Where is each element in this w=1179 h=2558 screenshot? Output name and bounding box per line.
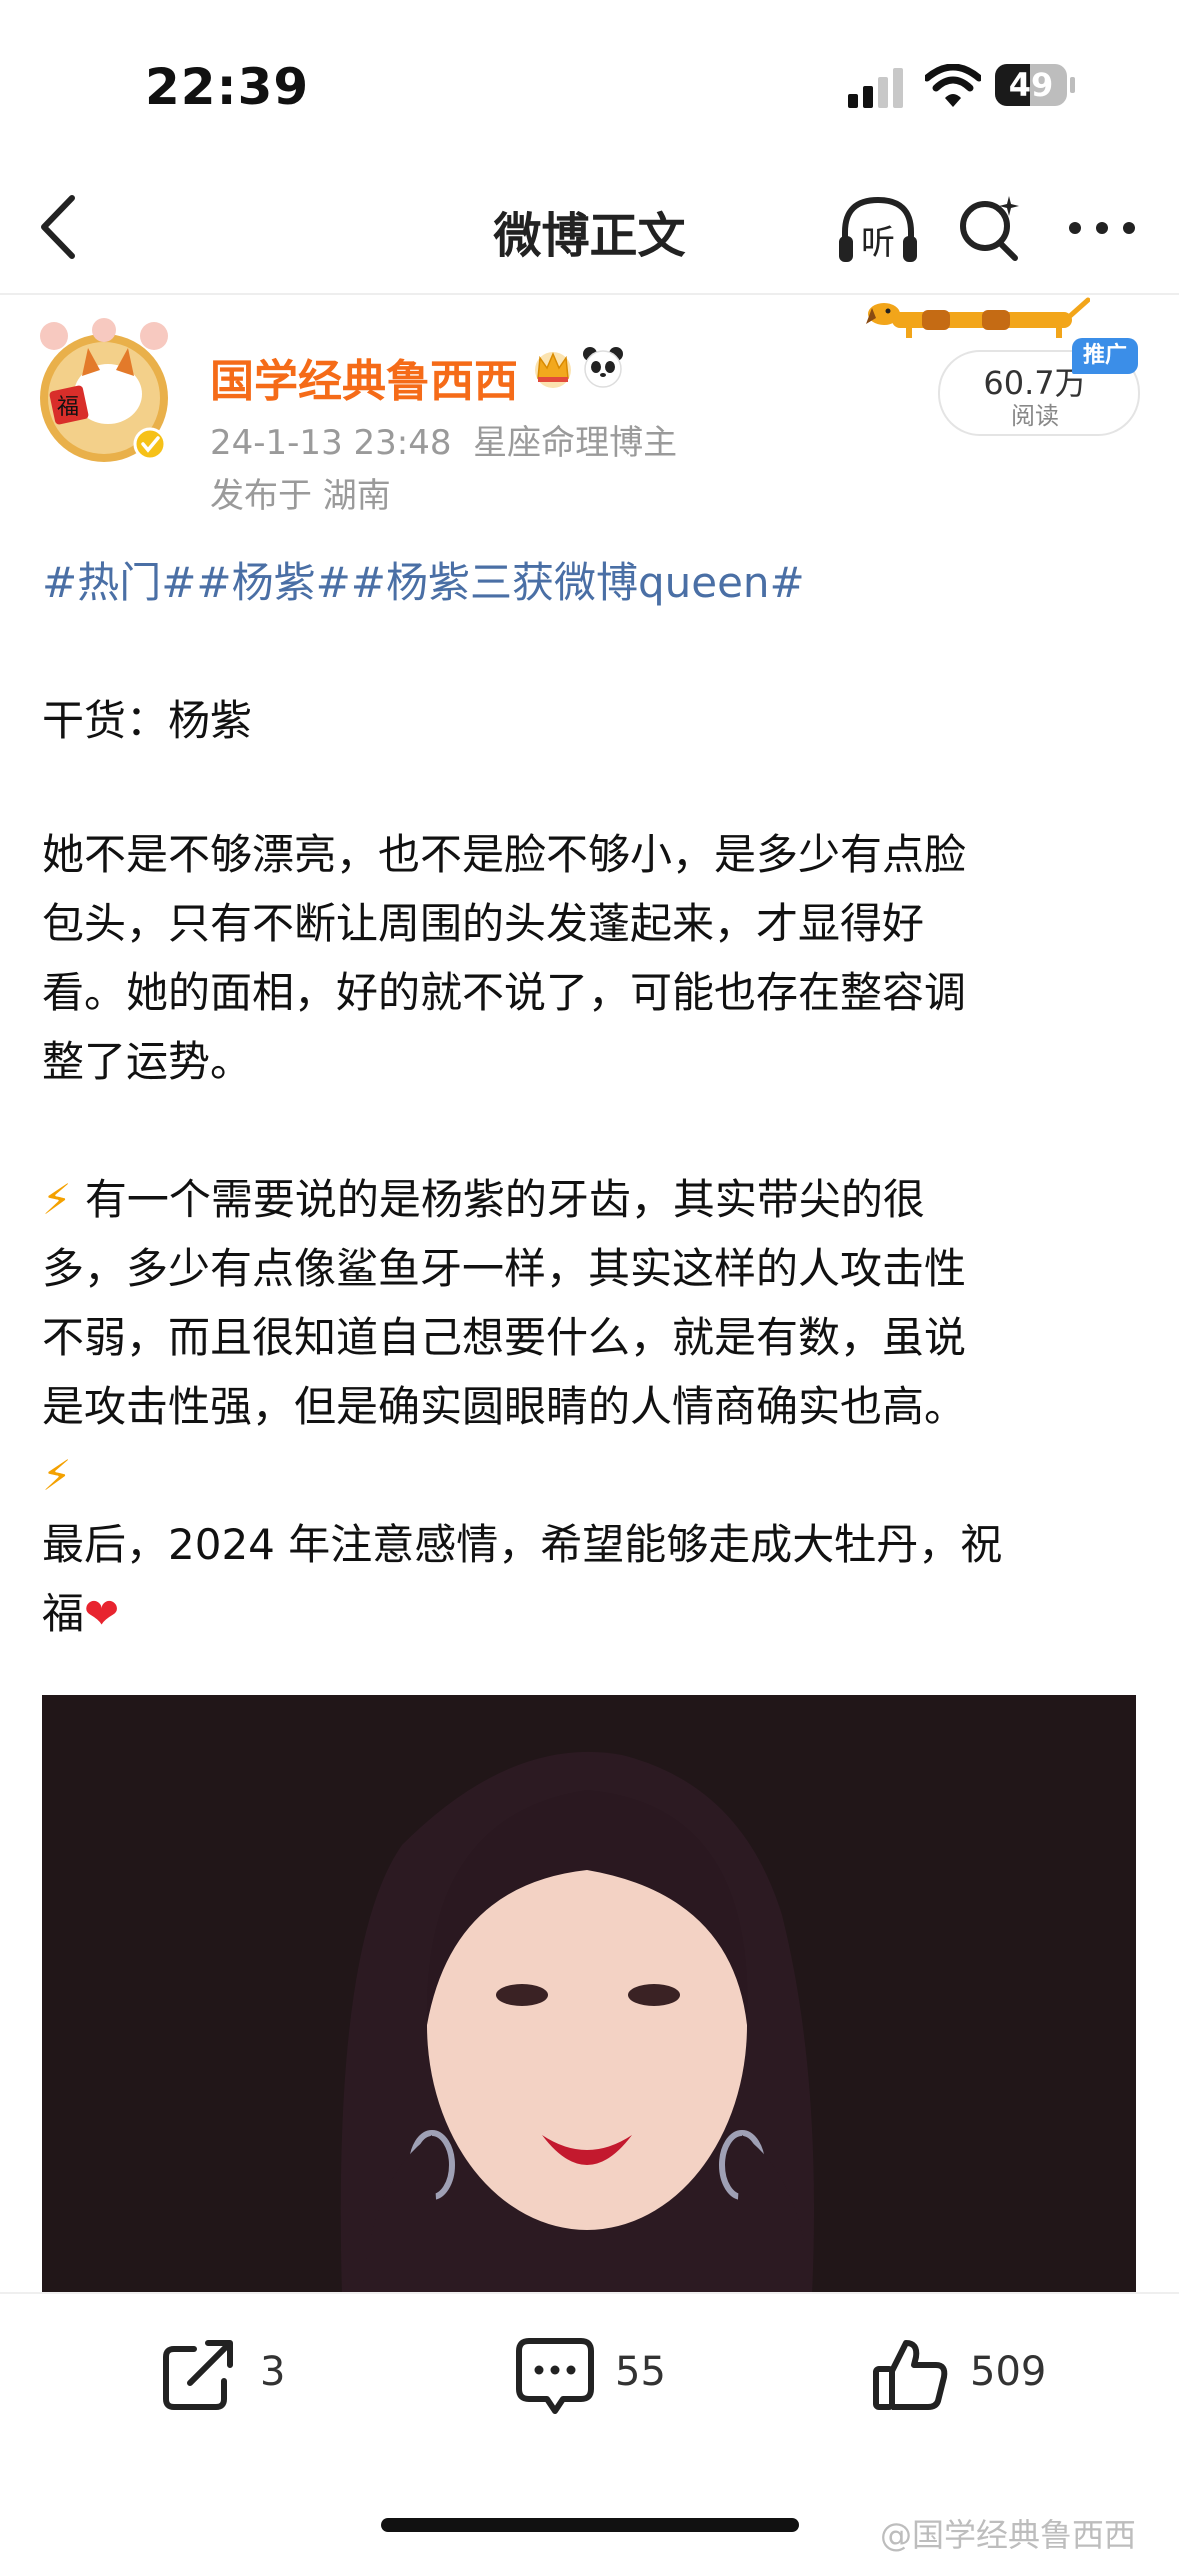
battery-percent: 49	[1008, 66, 1054, 104]
post-paragraph-1: 她不是不够漂亮，也不是脸不够小，是多少有点脸 包头，只有不断让周围的头发蓬起来，…	[42, 830, 967, 1086]
crown-badge-icon	[535, 352, 571, 388]
like-count: 509	[970, 2349, 1047, 2395]
author-tag: 星座命理博主	[473, 423, 678, 463]
battery-icon: 49	[995, 64, 1075, 108]
lightning-emoji-icon: ⚡	[42, 1451, 72, 1500]
post-location: 发布于 湖南	[210, 476, 391, 516]
comment-icon	[516, 2338, 594, 2414]
author-avatar[interactable]: 福	[38, 318, 170, 466]
watermark: @国学经典鲁西西	[880, 2516, 1137, 2554]
lightning-emoji-icon: ⚡	[42, 1175, 72, 1224]
back-icon[interactable]	[30, 192, 90, 262]
more-options-icon[interactable]	[1065, 208, 1140, 248]
post-datetime: 24-1-13 23:48	[210, 423, 452, 463]
home-indicator[interactable]	[381, 2518, 799, 2532]
search-icon[interactable]	[953, 192, 1025, 264]
share-count: 3	[260, 2349, 286, 2395]
thumbs-up-icon	[873, 2340, 948, 2410]
share-icon	[163, 2340, 233, 2410]
wifi-icon	[925, 64, 981, 107]
post-paragraph-3: 最后，2024 年注意感情，希望能够走成大牡丹，祝 福❤	[42, 1520, 1003, 1638]
post-hashtags[interactable]: #热门##杨紫##杨紫三获微博queen#	[42, 548, 1142, 617]
panda-badge-icon	[583, 347, 623, 388]
status-time: 22:39	[145, 58, 310, 116]
post-paragraph-2: ⚡ 有一个需要说的是杨紫的牙齿，其实带尖的很 多，多少有点像鲨鱼牙一样，其实这样…	[42, 1165, 1142, 1510]
listen-label: 听	[861, 223, 895, 263]
share-button[interactable]: 3	[160, 2325, 320, 2425]
promote-badge[interactable]: 推广	[1072, 338, 1138, 374]
dachshund-decoration-icon	[866, 297, 1090, 338]
post-meta: 24-1-13 23:48 星座命理博主	[210, 415, 677, 464]
listen-headphones-icon[interactable]: 听	[833, 192, 923, 272]
read-label: 阅读	[1011, 402, 1059, 430]
heart-emoji-icon: ❤	[84, 1589, 120, 1638]
post-line: 干货：杨紫	[42, 696, 253, 745]
comment-count: 55	[615, 2349, 666, 2395]
like-button[interactable]: 509	[870, 2325, 1090, 2425]
post-image[interactable]	[42, 1695, 1136, 2295]
comment-button[interactable]: 55	[515, 2325, 715, 2425]
cellular-signal-icon	[848, 68, 903, 108]
svg-text:福: 福	[57, 395, 79, 420]
author-name[interactable]: 国学经典鲁西西	[210, 345, 518, 409]
